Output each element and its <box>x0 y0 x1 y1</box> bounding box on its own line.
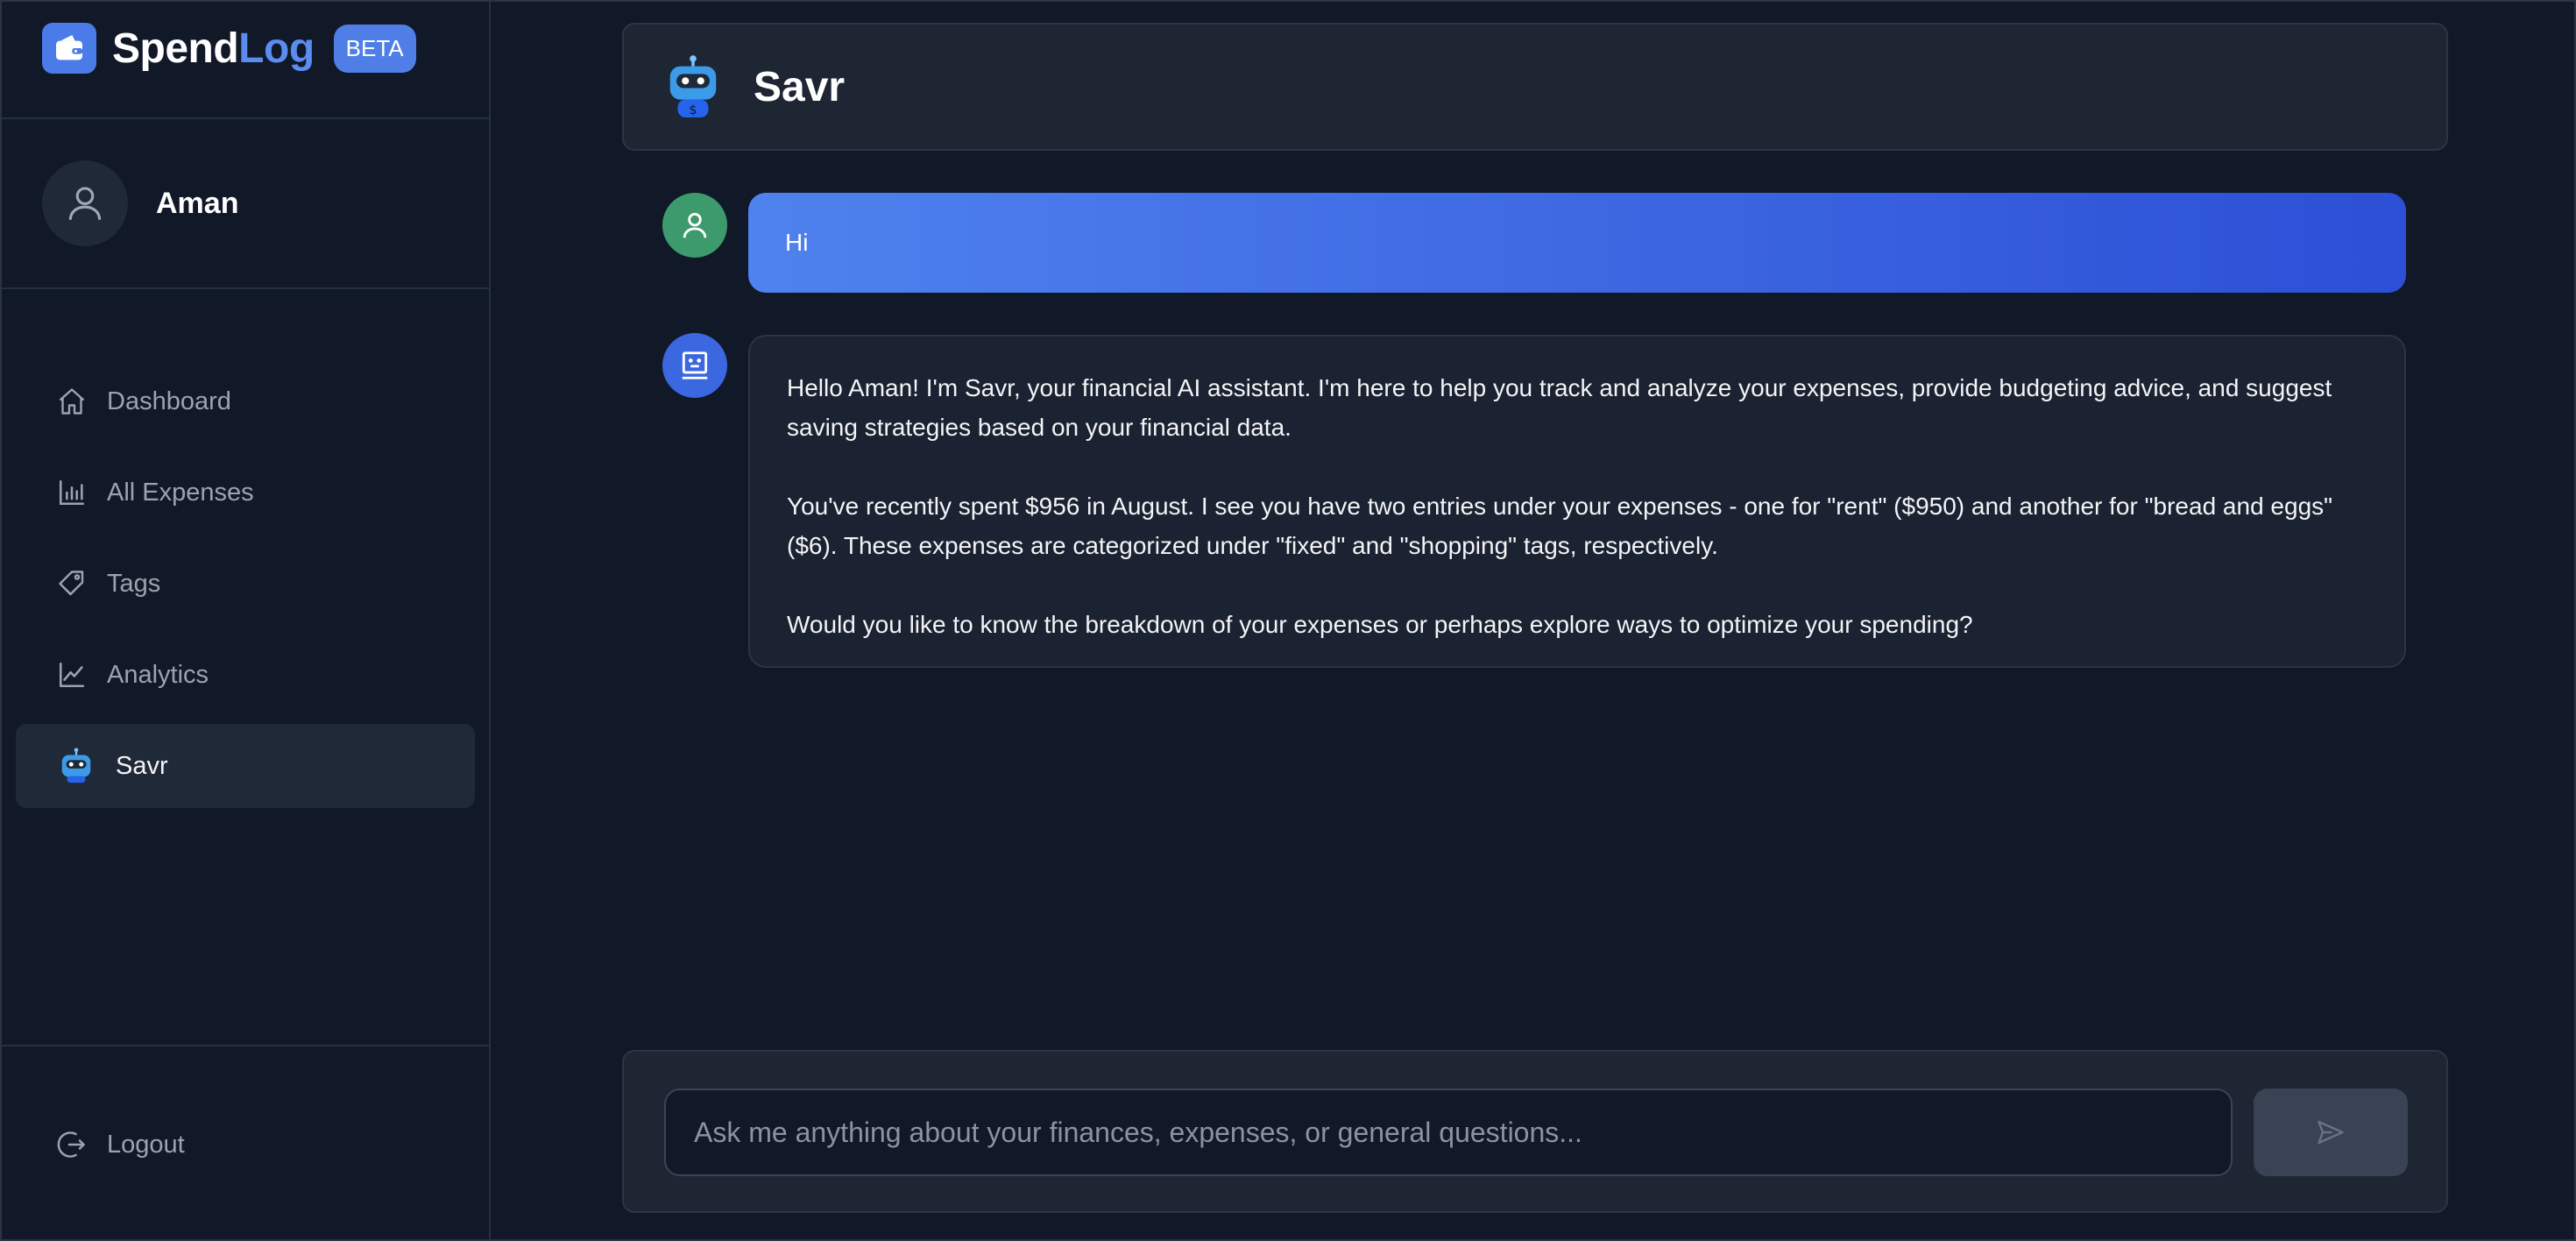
logout-section: Logout <box>2 1045 489 1239</box>
assistant-message-paragraph: Hello Aman! I'm Savr, your financial AI … <box>787 374 2332 441</box>
assistant-message-paragraph: You've recently spent $956 in August. I … <box>787 493 2333 559</box>
assistant-message-paragraph: Would you like to know the breakdown of … <box>787 611 1973 638</box>
sidebar-item-label: Savr <box>116 751 168 780</box>
user-message-bubble: Hi <box>748 193 2406 293</box>
home-icon <box>56 386 88 417</box>
sidebar: SpendLog BETA Aman Dashboard All Expense… <box>2 2 491 1239</box>
bar-chart-icon <box>56 477 88 508</box>
tag-icon <box>56 568 88 599</box>
user-profile: Aman <box>2 119 489 289</box>
avatar <box>42 160 128 246</box>
user-name: Aman <box>156 186 239 220</box>
logout-button[interactable]: Logout <box>16 1103 475 1187</box>
user-icon <box>68 187 102 220</box>
sidebar-item-savr[interactable]: Savr <box>16 724 475 808</box>
app-window: SpendLog BETA Aman Dashboard All Expense… <box>0 0 2576 1241</box>
sidebar-item-analytics[interactable]: Analytics <box>16 633 475 717</box>
brand-name-spend: Spend <box>112 25 239 72</box>
beta-badge: BETA <box>333 24 416 73</box>
chat-header: $ Savr <box>622 23 2448 151</box>
brand-name-log: Log <box>238 25 315 72</box>
chat-title: Savr <box>754 63 846 110</box>
message-composer <box>622 1050 2448 1213</box>
logout-label: Logout <box>107 1130 185 1159</box>
sidebar-item-tags[interactable]: Tags <box>16 542 475 626</box>
chat-main: $ Savr Hi Hello Aman! I'm Savr, your fin… <box>492 2 2574 1239</box>
robot-icon: $ <box>662 53 724 120</box>
sidebar-item-label: Dashboard <box>107 386 231 415</box>
sidebar-item-label: All Expenses <box>107 478 254 507</box>
sidebar-item-all-expenses[interactable]: All Expenses <box>16 450 475 535</box>
chat-input[interactable] <box>664 1089 2233 1176</box>
send-icon <box>2318 1120 2344 1145</box>
user-message-avatar <box>662 193 727 258</box>
sidebar-nav: Dashboard All Expenses Tags Analytics Sa… <box>2 289 489 808</box>
assistant-message-avatar <box>662 333 727 398</box>
send-button[interactable] <box>2254 1089 2408 1176</box>
wallet-logo-icon <box>42 23 96 74</box>
logout-icon <box>56 1129 88 1160</box>
sidebar-item-dashboard[interactable]: Dashboard <box>16 359 475 443</box>
brand-header: SpendLog BETA <box>2 2 489 119</box>
line-chart-icon <box>56 659 88 691</box>
sidebar-item-label: Analytics <box>107 660 209 689</box>
sidebar-item-label: Tags <box>107 569 161 598</box>
user-icon <box>683 212 707 238</box>
brand-name[interactable]: SpendLog <box>112 25 315 73</box>
assistant-message-bubble: Hello Aman! I'm Savr, your financial AI … <box>748 335 2406 668</box>
svg-text:$: $ <box>689 103 697 117</box>
bot-face-icon <box>682 351 708 379</box>
user-message-text: Hi <box>785 229 809 256</box>
robot-icon <box>56 746 96 786</box>
